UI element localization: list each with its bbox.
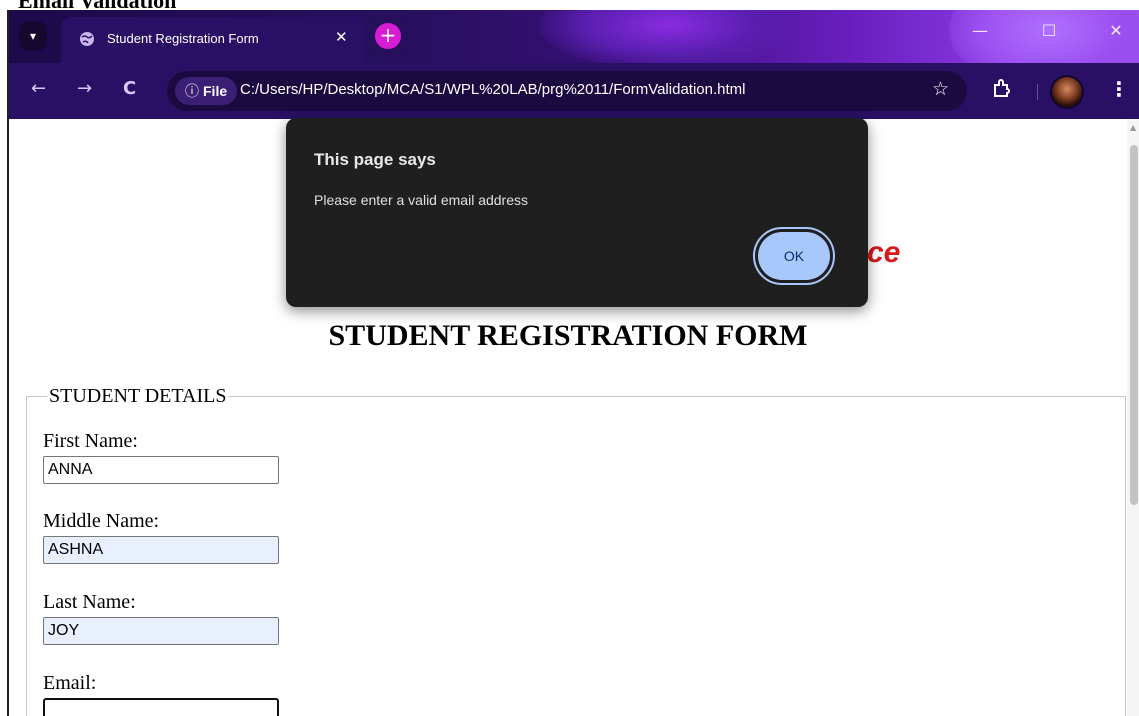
browser-window: ▾ Student Registration Form ✕ + — ☐ ✕ ← … — [7, 10, 1139, 716]
extensions-icon[interactable] — [991, 78, 1011, 98]
browser-toolbar: ← → C ⓘ File C:/Users/HP/Desktop/MCA/S1/W… — [9, 63, 1139, 119]
globe-icon — [80, 32, 94, 46]
page-scrollbar[interactable]: ▲ — [1127, 119, 1139, 716]
ok-button[interactable]: OK — [758, 232, 830, 280]
dialog-message: Please enter a valid email address — [314, 192, 529, 208]
minimize-button[interactable]: — — [957, 10, 1003, 50]
site-info-chip[interactable]: ⓘ File — [175, 77, 238, 105]
email-label: Email: — [43, 672, 97, 694]
maximize-button[interactable]: ☐ — [1026, 10, 1072, 50]
dialog-title: This page says — [314, 150, 436, 169]
tab-student-registration[interactable]: Student Registration Form ✕ — [61, 17, 366, 63]
fieldset-legend: STUDENT DETAILS — [49, 385, 227, 407]
close-window-button[interactable]: ✕ — [1093, 10, 1139, 50]
star-icon[interactable]: ☆ — [932, 78, 949, 100]
url-text[interactable]: C:/Users/HP/Desktop/MCA/S1/WPL%20LAB/prg… — [240, 81, 745, 98]
kebab-menu-icon[interactable]: ⋮ — [1109, 77, 1129, 101]
student-details-fieldset: STUDENT DETAILS First Name: Middle Name:… — [26, 385, 1126, 716]
alert-dialog: This page says Please enter a valid emai… — [286, 118, 868, 307]
tab-strip: ▾ Student Registration Form ✕ + — ☐ ✕ — [9, 10, 1139, 90]
info-icon: ⓘ — [185, 83, 199, 99]
tab-close-icon[interactable]: ✕ — [335, 28, 348, 46]
tab-search-icon[interactable]: ▾ — [19, 22, 47, 50]
profile-avatar[interactable] — [1050, 75, 1084, 109]
first-name-field[interactable] — [43, 456, 279, 484]
address-bar[interactable]: ⓘ File C:/Users/HP/Desktop/MCA/S1/WPL%20L… — [167, 71, 967, 111]
last-name-field[interactable] — [43, 617, 279, 645]
email-field[interactable] — [43, 698, 279, 716]
reload-button[interactable]: C — [123, 78, 136, 99]
middle-name-field[interactable] — [43, 536, 279, 564]
new-tab-button[interactable]: + — [375, 23, 401, 49]
forward-button[interactable]: → — [77, 78, 92, 99]
middle-name-label: Middle Name: — [43, 510, 160, 532]
scroll-up-icon[interactable]: ▲ — [1130, 123, 1136, 132]
page-title: STUDENT REGISTRATION FORM — [328, 319, 808, 352]
page-logo: ce — [867, 236, 901, 269]
back-button[interactable]: ← — [31, 78, 46, 99]
last-name-label: Last Name: — [43, 591, 136, 613]
scroll-thumb[interactable] — [1130, 145, 1138, 505]
first-name-label: First Name: — [43, 430, 138, 452]
tab-title: Student Registration Form — [107, 31, 259, 46]
